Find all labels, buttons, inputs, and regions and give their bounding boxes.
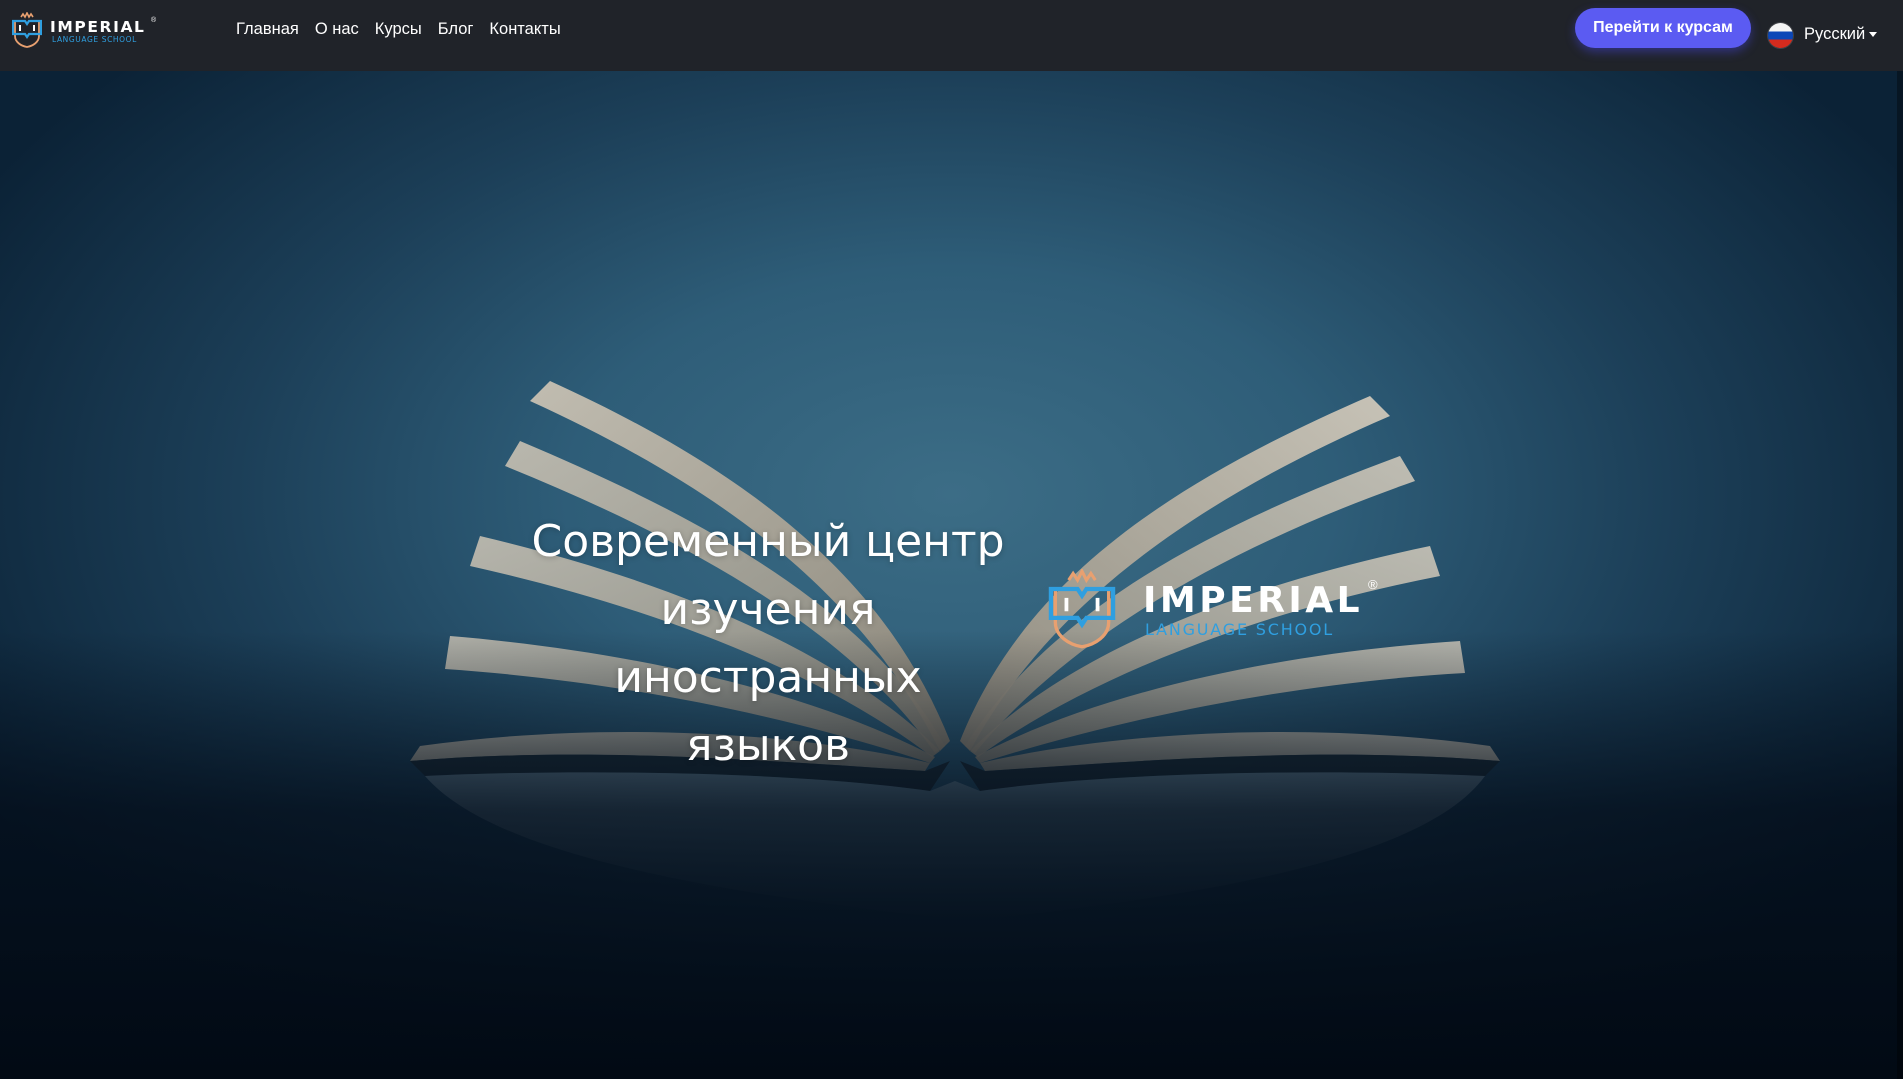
headline-line-2: изучения иностранных [614, 584, 922, 703]
go-to-courses-button[interactable]: Перейти к курсам [1575, 8, 1751, 48]
logo-subtitle: LANGUAGE SCHOOL [52, 35, 137, 44]
logo-registered-mark: ® [1368, 577, 1378, 592]
shield-book-logo-icon [12, 12, 42, 48]
hero-logo: IMPERIAL ® LANGUAGE SCHOOL [1046, 569, 1386, 649]
site-header: IMPERIAL ® LANGUAGE SCHOOL Главная О нас… [0, 0, 1903, 71]
russia-flag-icon [1768, 23, 1793, 48]
main-nav: Главная О нас Курсы Блог Контакты [236, 19, 577, 39]
nav-item-home[interactable]: Главная [236, 19, 299, 39]
hero-section: Современный центр изучения иностранных я… [0, 71, 1903, 1079]
header-logo[interactable]: IMPERIAL ® LANGUAGE SCHOOL [12, 12, 156, 48]
headline-line-3: языков [685, 720, 851, 771]
language-selector[interactable]: Русский [1768, 22, 1888, 48]
language-label: Русский [1804, 25, 1866, 43]
logo-subtitle: LANGUAGE SCHOOL [1145, 620, 1335, 639]
logo-name: IMPERIAL [50, 18, 146, 36]
nav-item-contacts[interactable]: Контакты [489, 19, 560, 39]
page: IMPERIAL ® LANGUAGE SCHOOL Главная О нас… [0, 0, 1903, 1079]
nav-item-courses[interactable]: Курсы [375, 19, 422, 39]
shield-book-logo-icon [1048, 569, 1116, 649]
headline-line-1: Современный центр [531, 516, 1005, 567]
page-scrollbar[interactable] [1897, 71, 1903, 1079]
nav-item-about[interactable]: О нас [315, 19, 359, 39]
hero-headline: Современный центр изучения иностранных я… [500, 508, 1036, 780]
caret-down-icon [1869, 32, 1877, 37]
nav-item-blog[interactable]: Блог [438, 19, 474, 39]
logo-name: IMPERIAL [1143, 580, 1364, 621]
logo-registered-mark: ® [151, 17, 157, 24]
